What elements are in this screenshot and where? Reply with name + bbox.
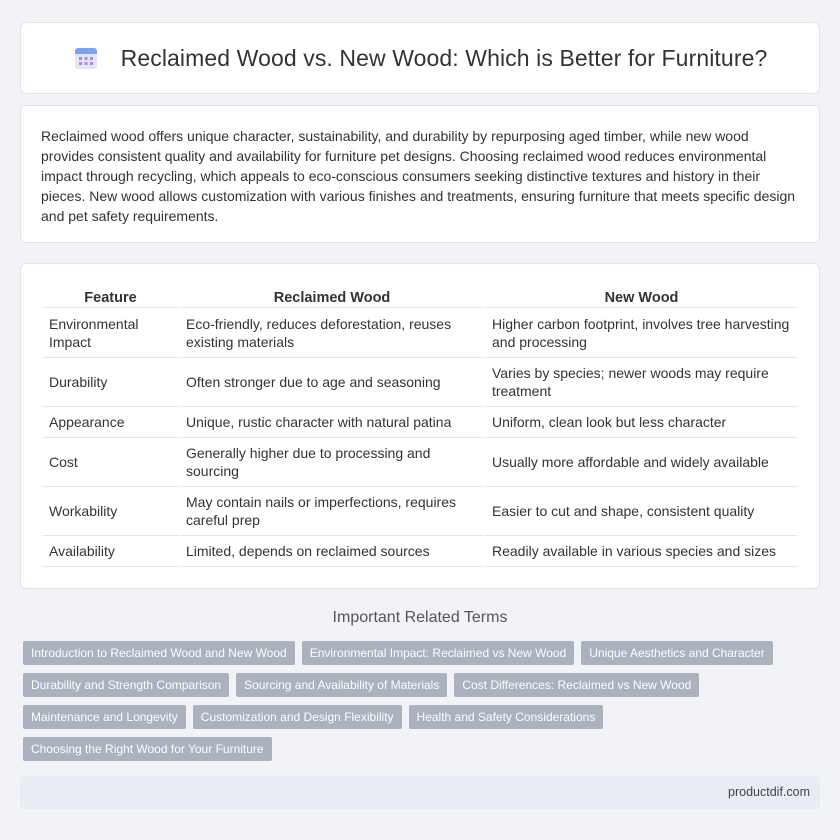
feature-cell: Appearance	[43, 407, 178, 438]
comparison-table: Feature Reclaimed Wood New Wood Environm…	[41, 282, 799, 567]
feature-cell: Availability	[43, 536, 178, 567]
column-header-new-wood: New Wood	[486, 282, 797, 308]
new-wood-cell: Higher carbon footprint, involves tree h…	[486, 308, 797, 358]
column-header-reclaimed-wood: Reclaimed Wood	[180, 282, 484, 308]
reclaimed-cell: Generally higher due to processing and s…	[180, 438, 484, 487]
table-row: Cost Generally higher due to processing …	[43, 438, 797, 487]
feature-cell: Durability	[43, 358, 178, 407]
tag-row: Introduction to Reclaimed Wood and New W…	[23, 641, 823, 665]
comparison-table-card: Feature Reclaimed Wood New Wood Environm…	[20, 263, 820, 589]
related-terms-title: Important Related Terms	[332, 609, 508, 626]
reclaimed-cell: Eco-friendly, reduces deforestation, reu…	[180, 308, 484, 358]
feature-cell: Workability	[43, 487, 178, 536]
footer: productdif.com	[20, 776, 820, 809]
tag-row: Choosing the Right Wood for Your Furnitu…	[23, 737, 823, 761]
reclaimed-cell: May contain nails or imperfections, requ…	[180, 487, 484, 536]
intro-card: Reclaimed wood offers unique character, …	[20, 105, 820, 243]
reclaimed-cell: Limited, depends on reclaimed sources	[180, 536, 484, 567]
related-term-tag[interactable]: Cost Differences: Reclaimed vs New Wood	[454, 673, 700, 697]
new-wood-cell: Uniform, clean look but less character	[486, 407, 797, 438]
related-term-tag[interactable]: Environmental Impact: Reclaimed vs New W…	[301, 641, 575, 665]
table-row: Appearance Unique, rustic character with…	[43, 407, 797, 438]
page-title: Reclaimed Wood vs. New Wood: Which is Be…	[120, 44, 768, 71]
new-wood-cell: Usually more affordable and widely avail…	[486, 438, 797, 487]
intro-paragraph: Reclaimed wood offers unique character, …	[41, 128, 796, 224]
table-row: Workability May contain nails or imperfe…	[43, 487, 797, 536]
related-term-tag[interactable]: Durability and Strength Comparison	[23, 673, 230, 697]
footer-site-link[interactable]: productdif.com	[728, 785, 810, 799]
new-wood-cell: Easier to cut and shape, consistent qual…	[486, 487, 797, 536]
table-row: Availability Limited, depends on reclaim…	[43, 536, 797, 567]
reclaimed-cell: Unique, rustic character with natural pa…	[180, 407, 484, 438]
related-term-tag[interactable]: Introduction to Reclaimed Wood and New W…	[23, 641, 295, 665]
column-header-feature: Feature	[43, 282, 178, 308]
feature-cell: Cost	[43, 438, 178, 487]
header-card: Reclaimed Wood vs. New Wood: Which is Be…	[20, 22, 820, 94]
table-header-row: Feature Reclaimed Wood New Wood	[43, 282, 797, 308]
related-term-tag[interactable]: Customization and Design Flexibility	[192, 705, 402, 729]
related-term-tag[interactable]: Unique Aesthetics and Character	[581, 641, 773, 665]
related-term-tag[interactable]: Sourcing and Availability of Materials	[236, 673, 448, 697]
table-row: Durability Often stronger due to age and…	[43, 358, 797, 407]
feature-cell: Environmental Impact	[43, 308, 178, 358]
tag-row: Durability and Strength Comparison Sourc…	[23, 673, 823, 697]
new-wood-cell: Readily available in various species and…	[486, 536, 797, 567]
calendar-icon	[73, 45, 99, 71]
new-wood-cell: Varies by species; newer woods may requi…	[486, 358, 797, 407]
related-terms-tags: Introduction to Reclaimed Wood and New W…	[23, 641, 823, 769]
table-row: Environmental Impact Eco-friendly, reduc…	[43, 308, 797, 358]
related-term-tag[interactable]: Maintenance and Longevity	[23, 705, 186, 729]
reclaimed-cell: Often stronger due to age and seasoning	[180, 358, 484, 407]
related-term-tag[interactable]: Health and Safety Considerations	[408, 705, 604, 729]
tag-row: Maintenance and Longevity Customization …	[23, 705, 823, 729]
related-term-tag[interactable]: Choosing the Right Wood for Your Furnitu…	[23, 737, 272, 761]
